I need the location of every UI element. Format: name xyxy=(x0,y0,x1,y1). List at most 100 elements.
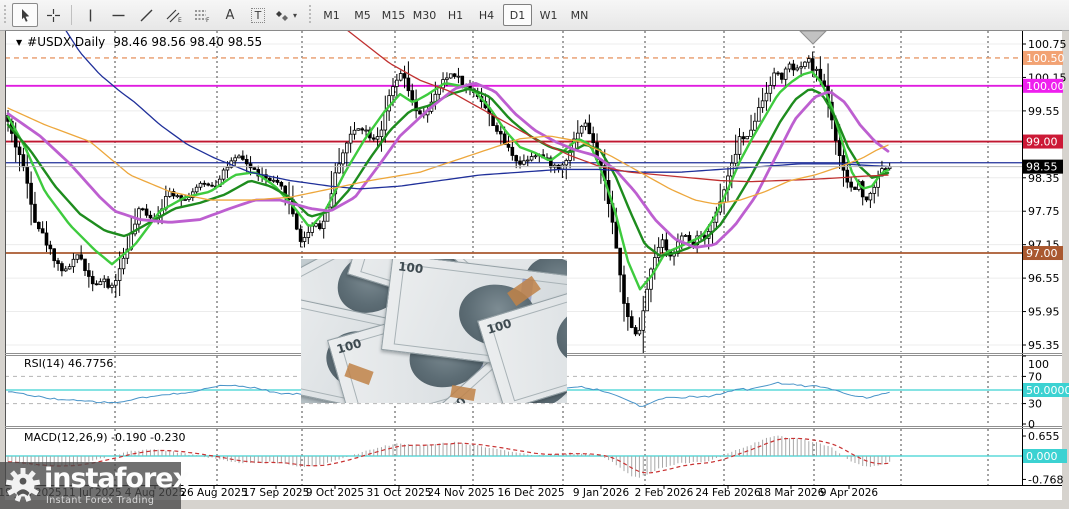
date-label: 31 Oct 2025 xyxy=(367,487,432,499)
candle-down xyxy=(280,182,283,186)
candle-up xyxy=(357,129,360,131)
candle-up xyxy=(449,74,452,78)
candle-up xyxy=(195,187,198,192)
date-label: 9 Apr 2026 xyxy=(820,487,879,499)
candle-up xyxy=(345,143,348,153)
candle-down xyxy=(91,276,94,283)
candle-up xyxy=(99,282,102,285)
candle-up xyxy=(769,85,772,93)
candle-down xyxy=(634,328,637,334)
candle-down xyxy=(503,134,506,144)
svg-text:0.000: 0.000 xyxy=(1026,450,1058,463)
candle-up xyxy=(765,93,768,101)
dollar-bills-photo: 1001001001001001001001001001001001001001… xyxy=(301,259,567,403)
candle-down xyxy=(838,141,841,156)
candle-down xyxy=(37,222,40,228)
date-label: 18 Mar 2026 xyxy=(758,487,825,499)
candle-down xyxy=(592,134,595,143)
candle-down xyxy=(145,209,148,215)
candle-up xyxy=(199,183,202,187)
svg-text:98.55: 98.55 xyxy=(1026,161,1058,174)
candle-up xyxy=(565,160,568,164)
candle-down xyxy=(780,73,783,79)
svg-text:97.00: 97.00 xyxy=(1026,247,1058,260)
candle-up xyxy=(873,187,876,193)
svg-text:100.75: 100.75 xyxy=(1028,38,1067,51)
candle-down xyxy=(276,180,279,182)
candle-up xyxy=(103,279,106,282)
candle-up xyxy=(353,130,356,134)
candle-down xyxy=(87,271,90,277)
candle-up xyxy=(746,136,749,138)
candle-down xyxy=(241,156,244,159)
candle-up xyxy=(457,76,460,77)
candle-up xyxy=(349,134,352,143)
candle-up xyxy=(176,196,179,197)
candle-up xyxy=(365,130,368,131)
candle-up xyxy=(380,130,383,137)
candle-down xyxy=(95,284,98,285)
candle-up xyxy=(342,153,345,164)
candle-up xyxy=(807,59,810,63)
candle-up xyxy=(523,161,526,164)
candle-up xyxy=(646,289,649,311)
candle-down xyxy=(34,204,37,222)
candle-up xyxy=(303,238,306,242)
candle-up xyxy=(392,87,395,96)
candle-down xyxy=(626,303,629,316)
date-label: 9 Oct 2025 xyxy=(306,487,364,499)
candle-down xyxy=(511,147,514,155)
candle-up xyxy=(784,69,787,79)
candle-up xyxy=(684,235,687,236)
svg-text:95.95: 95.95 xyxy=(1028,306,1060,319)
svg-text:98.35: 98.35 xyxy=(1028,172,1060,185)
candle-down xyxy=(141,209,144,210)
svg-text:100: 100 xyxy=(1028,358,1049,371)
candle-up xyxy=(64,269,67,271)
candle-down xyxy=(299,229,302,241)
candle-up xyxy=(138,209,141,224)
candle-up xyxy=(72,259,75,266)
date-label: 16 Dec 2025 xyxy=(497,487,564,499)
candle-down xyxy=(403,74,406,79)
candle-down xyxy=(361,129,364,130)
candle-down xyxy=(61,264,64,271)
svg-text:96.55: 96.55 xyxy=(1028,272,1060,285)
candle-down xyxy=(865,197,868,200)
candle-down xyxy=(57,261,60,264)
candle-up xyxy=(222,170,225,179)
candle-up xyxy=(184,199,187,200)
instaforex-watermark: instaforex Instant Forex Trading xyxy=(0,462,181,509)
candle-up xyxy=(788,64,791,69)
candle-down xyxy=(22,155,25,167)
candle-down xyxy=(777,73,780,74)
chart-title: ▼#USDX,Daily98.46 98.56 98.40 98.55 xyxy=(16,35,262,49)
candle-down xyxy=(84,259,87,271)
candle-up xyxy=(399,74,402,81)
candle-up xyxy=(534,156,537,157)
candle-up xyxy=(311,226,314,232)
candle-down xyxy=(49,245,52,249)
candle-up xyxy=(226,167,229,170)
terminal-window: EFAT▾ M1M5M15M30H1H4D1W1MN 100.75100.159… xyxy=(0,0,1069,509)
candle-up xyxy=(68,267,71,269)
candle-up xyxy=(307,232,310,237)
candle-up xyxy=(773,73,776,86)
candle-up xyxy=(734,154,737,163)
watermark-brand-text: instaforex xyxy=(44,463,189,494)
candle-down xyxy=(630,317,633,328)
chart-ohlc-values: 98.46 98.56 98.40 98.55 xyxy=(113,35,262,49)
rsi-indicator-label: RSI(14) 46.7756 xyxy=(24,357,113,370)
candle-down xyxy=(149,215,152,218)
candle-down xyxy=(211,185,214,186)
candle-down xyxy=(615,222,618,248)
candle-up xyxy=(530,157,533,160)
candle-up xyxy=(118,269,121,281)
candle-down xyxy=(372,138,375,139)
candle-up xyxy=(815,69,818,70)
collapse-arrow-icon[interactable]: ▼ xyxy=(16,38,22,47)
candle-up xyxy=(576,133,579,139)
candle-up xyxy=(376,137,379,140)
candle-down xyxy=(846,170,849,182)
svg-text:99.00: 99.00 xyxy=(1026,136,1058,149)
